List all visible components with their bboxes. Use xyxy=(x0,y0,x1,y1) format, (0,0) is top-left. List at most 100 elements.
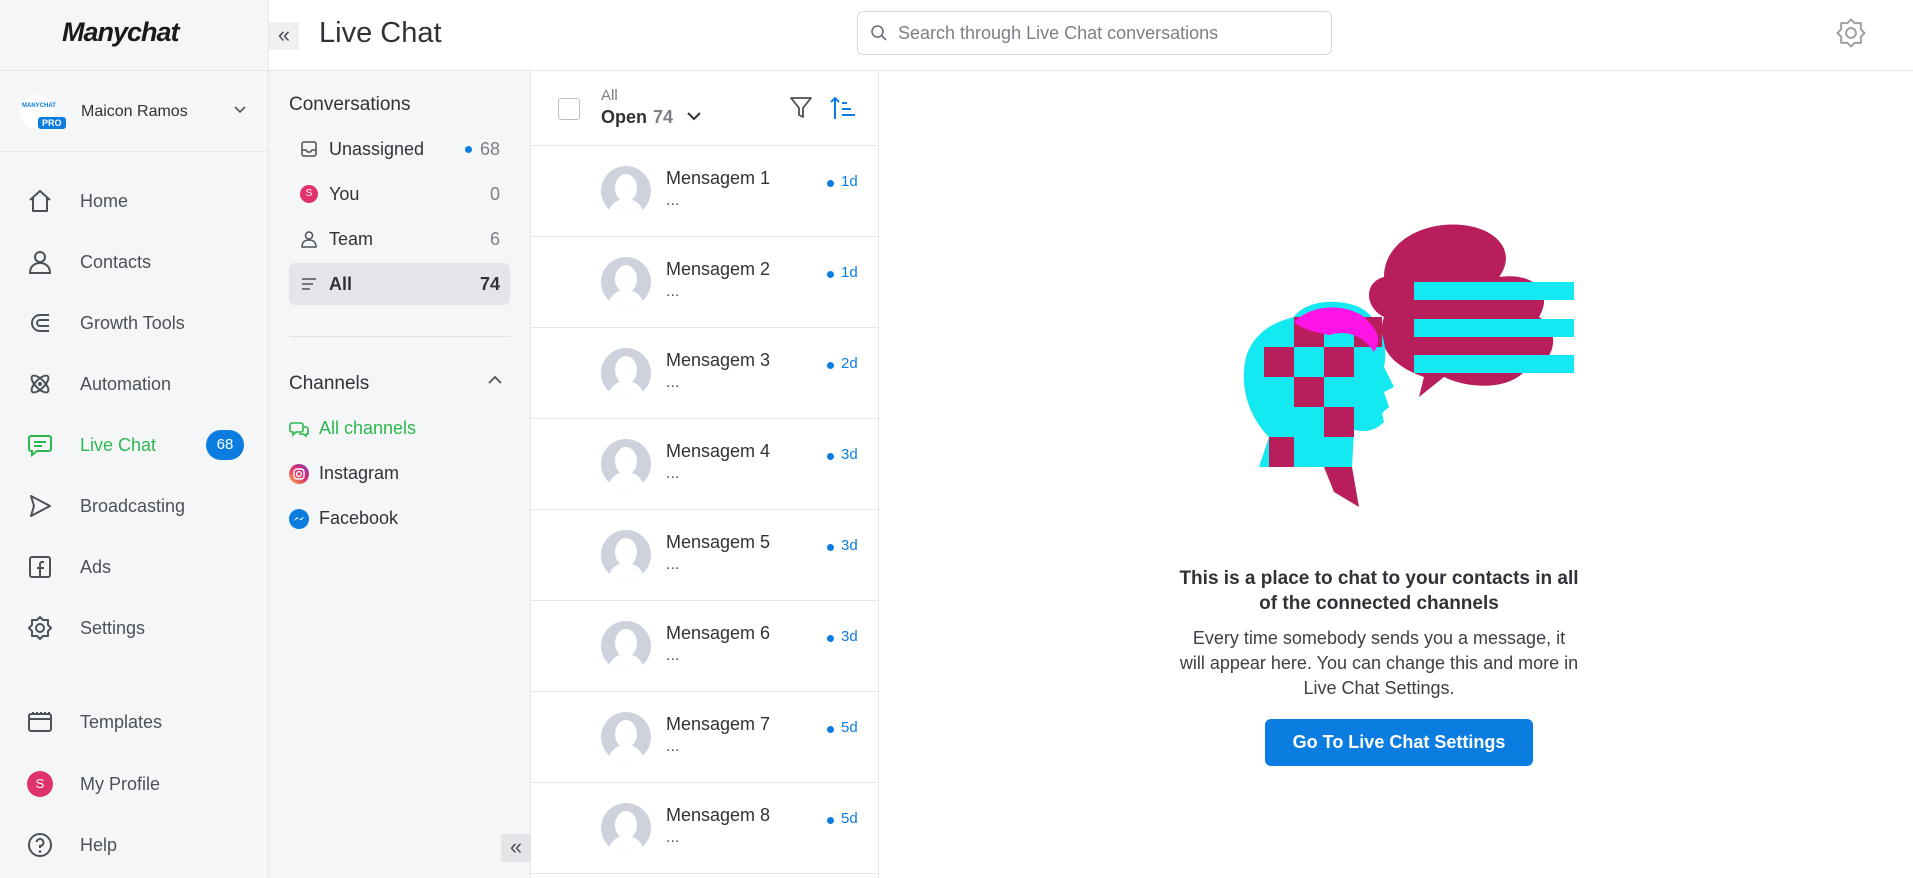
contact-name: Mensagem 6 xyxy=(666,623,771,643)
inbox-icon xyxy=(299,139,319,159)
unread-dot xyxy=(827,271,834,278)
empty-state-illustration xyxy=(1234,217,1574,532)
chat-area: This is a place to chat to your contacts… xyxy=(879,71,1913,878)
collapse-sidebar-button[interactable]: « xyxy=(269,22,299,50)
unread-dot xyxy=(827,726,834,733)
contact-avatar xyxy=(601,621,651,671)
nav-item-help[interactable]: Help xyxy=(0,821,269,869)
conversation-row[interactable]: Mensagem 8 ... 5d xyxy=(531,783,879,874)
automation-icon xyxy=(27,371,53,397)
conversation-row[interactable]: Mensagem 7 ... 5d xyxy=(531,692,879,783)
sort-icon[interactable] xyxy=(830,95,856,126)
message-preview: ... xyxy=(666,374,680,391)
empty-state-title: This is a place to chat to your contacts… xyxy=(1179,568,1579,614)
contact-avatar xyxy=(601,257,651,307)
unread-dot xyxy=(827,817,834,824)
home-icon xyxy=(27,188,53,214)
nav-item-ads[interactable]: Ads xyxy=(0,543,269,591)
contact-name: Mensagem 3 xyxy=(666,350,771,370)
filter-all[interactable]: All 74 xyxy=(289,263,510,305)
status-caption: All xyxy=(601,87,618,104)
contact-avatar xyxy=(601,530,651,580)
manychat-logo[interactable]: Manychat xyxy=(62,17,180,48)
nav-label: Automation xyxy=(80,373,172,394)
search-icon xyxy=(870,24,888,47)
filter-count: 68 xyxy=(479,139,500,159)
conversation-row[interactable]: Mensagem 6 ... 3d xyxy=(531,601,879,692)
select-all-checkbox[interactable] xyxy=(558,98,580,120)
unread-dot xyxy=(827,180,834,187)
unread-dot xyxy=(827,362,834,369)
magnet-icon xyxy=(27,310,53,336)
user-icon xyxy=(27,249,53,275)
channels-heading: Channels xyxy=(289,373,370,394)
conversation-row[interactable]: Mensagem 4 ... 3d xyxy=(531,419,879,510)
channel-label: Facebook xyxy=(319,508,399,528)
facebook-icon xyxy=(27,554,53,580)
filter-team[interactable]: Team 6 xyxy=(289,218,510,260)
conversations-heading: Conversations xyxy=(289,94,411,115)
filter-you[interactable]: S You 0 xyxy=(289,173,510,215)
nav-label: Contacts xyxy=(80,251,152,272)
account-switcher[interactable]: MANYCHAT PRO Maicon Ramos xyxy=(0,70,269,152)
contact-avatar xyxy=(601,166,651,216)
message-list: All Open 74 Mensagem 1 ... 1d Mensagem 2… xyxy=(531,71,879,878)
collapse-panel-button[interactable]: « xyxy=(501,834,531,862)
live-chat-settings-gear-icon[interactable] xyxy=(1835,17,1867,54)
filter-count: 74 xyxy=(479,274,500,294)
message-age: 3d xyxy=(841,446,858,463)
contact-name: Mensagem 1 xyxy=(666,168,771,188)
search-input[interactable] xyxy=(898,20,1318,46)
message-age: 3d xyxy=(841,628,858,645)
conversation-row[interactable]: Mensagem 1 ... 1d xyxy=(531,146,879,237)
contact-avatar xyxy=(601,803,651,853)
nav-item-live-chat[interactable]: Live Chat 68 xyxy=(0,421,269,469)
nav-item-automation[interactable]: Automation xyxy=(0,360,269,408)
top-header: « Live Chat xyxy=(269,0,1913,71)
chevron-up-icon[interactable] xyxy=(487,373,503,391)
status-dropdown[interactable]: Open xyxy=(601,107,647,128)
message-age: 1d xyxy=(841,173,858,190)
message-age: 5d xyxy=(841,810,858,827)
message-age: 2d xyxy=(841,355,858,372)
unread-dot xyxy=(827,544,834,551)
conversation-row[interactable]: Mensagem 3 ... 2d xyxy=(531,328,879,419)
left-sidebar: Manychat MANYCHAT PRO Maicon Ramos Home … xyxy=(0,0,269,878)
nav-item-growth-tools[interactable]: Growth Tools xyxy=(0,299,269,347)
nav-item-my-profile[interactable]: S My Profile xyxy=(0,760,269,808)
unread-dot xyxy=(827,453,834,460)
nav-label: My Profile xyxy=(80,773,161,794)
search-box[interactable] xyxy=(857,11,1332,55)
filter-unassigned[interactable]: Unassigned 68 xyxy=(289,128,510,170)
filter-label: All xyxy=(329,274,353,294)
contact-name: Mensagem 4 xyxy=(666,441,771,461)
unread-dot xyxy=(465,146,472,153)
contact-name: Mensagem 2 xyxy=(666,259,771,279)
filter-label: Team xyxy=(329,229,374,249)
nav-item-broadcasting[interactable]: Broadcasting xyxy=(0,482,269,530)
nav-item-contacts[interactable]: Contacts xyxy=(0,238,269,286)
filter-count: 6 xyxy=(489,229,500,249)
user-icon xyxy=(299,229,319,249)
nav-item-templates[interactable]: Templates xyxy=(0,698,269,746)
message-age: 5d xyxy=(841,719,858,736)
gear-icon xyxy=(27,615,53,641)
filter-icon[interactable] xyxy=(789,95,813,126)
unread-dot xyxy=(827,635,834,642)
nav-item-settings[interactable]: Settings xyxy=(0,604,269,652)
list-icon xyxy=(299,274,319,294)
account-name: Maicon Ramos xyxy=(81,103,188,120)
contact-avatar xyxy=(601,712,651,762)
go-to-live-chat-settings-button[interactable]: Go To Live Chat Settings xyxy=(1265,719,1533,766)
contact-name: Mensagem 8 xyxy=(666,805,771,825)
message-preview: ... xyxy=(666,465,680,482)
conversation-row[interactable]: Mensagem 2 ... 1d xyxy=(531,237,879,328)
contact-name: Mensagem 5 xyxy=(666,532,771,552)
you-avatar: S xyxy=(300,185,318,203)
conversation-row[interactable]: Mensagem 5 ... 3d xyxy=(531,510,879,601)
chevron-down-icon[interactable] xyxy=(686,109,702,127)
empty-state-text: Every time somebody sends you a message,… xyxy=(1179,628,1579,698)
nav-item-home[interactable]: Home xyxy=(0,177,269,225)
message-age: 1d xyxy=(841,264,858,281)
nav-label: Help xyxy=(80,834,118,855)
